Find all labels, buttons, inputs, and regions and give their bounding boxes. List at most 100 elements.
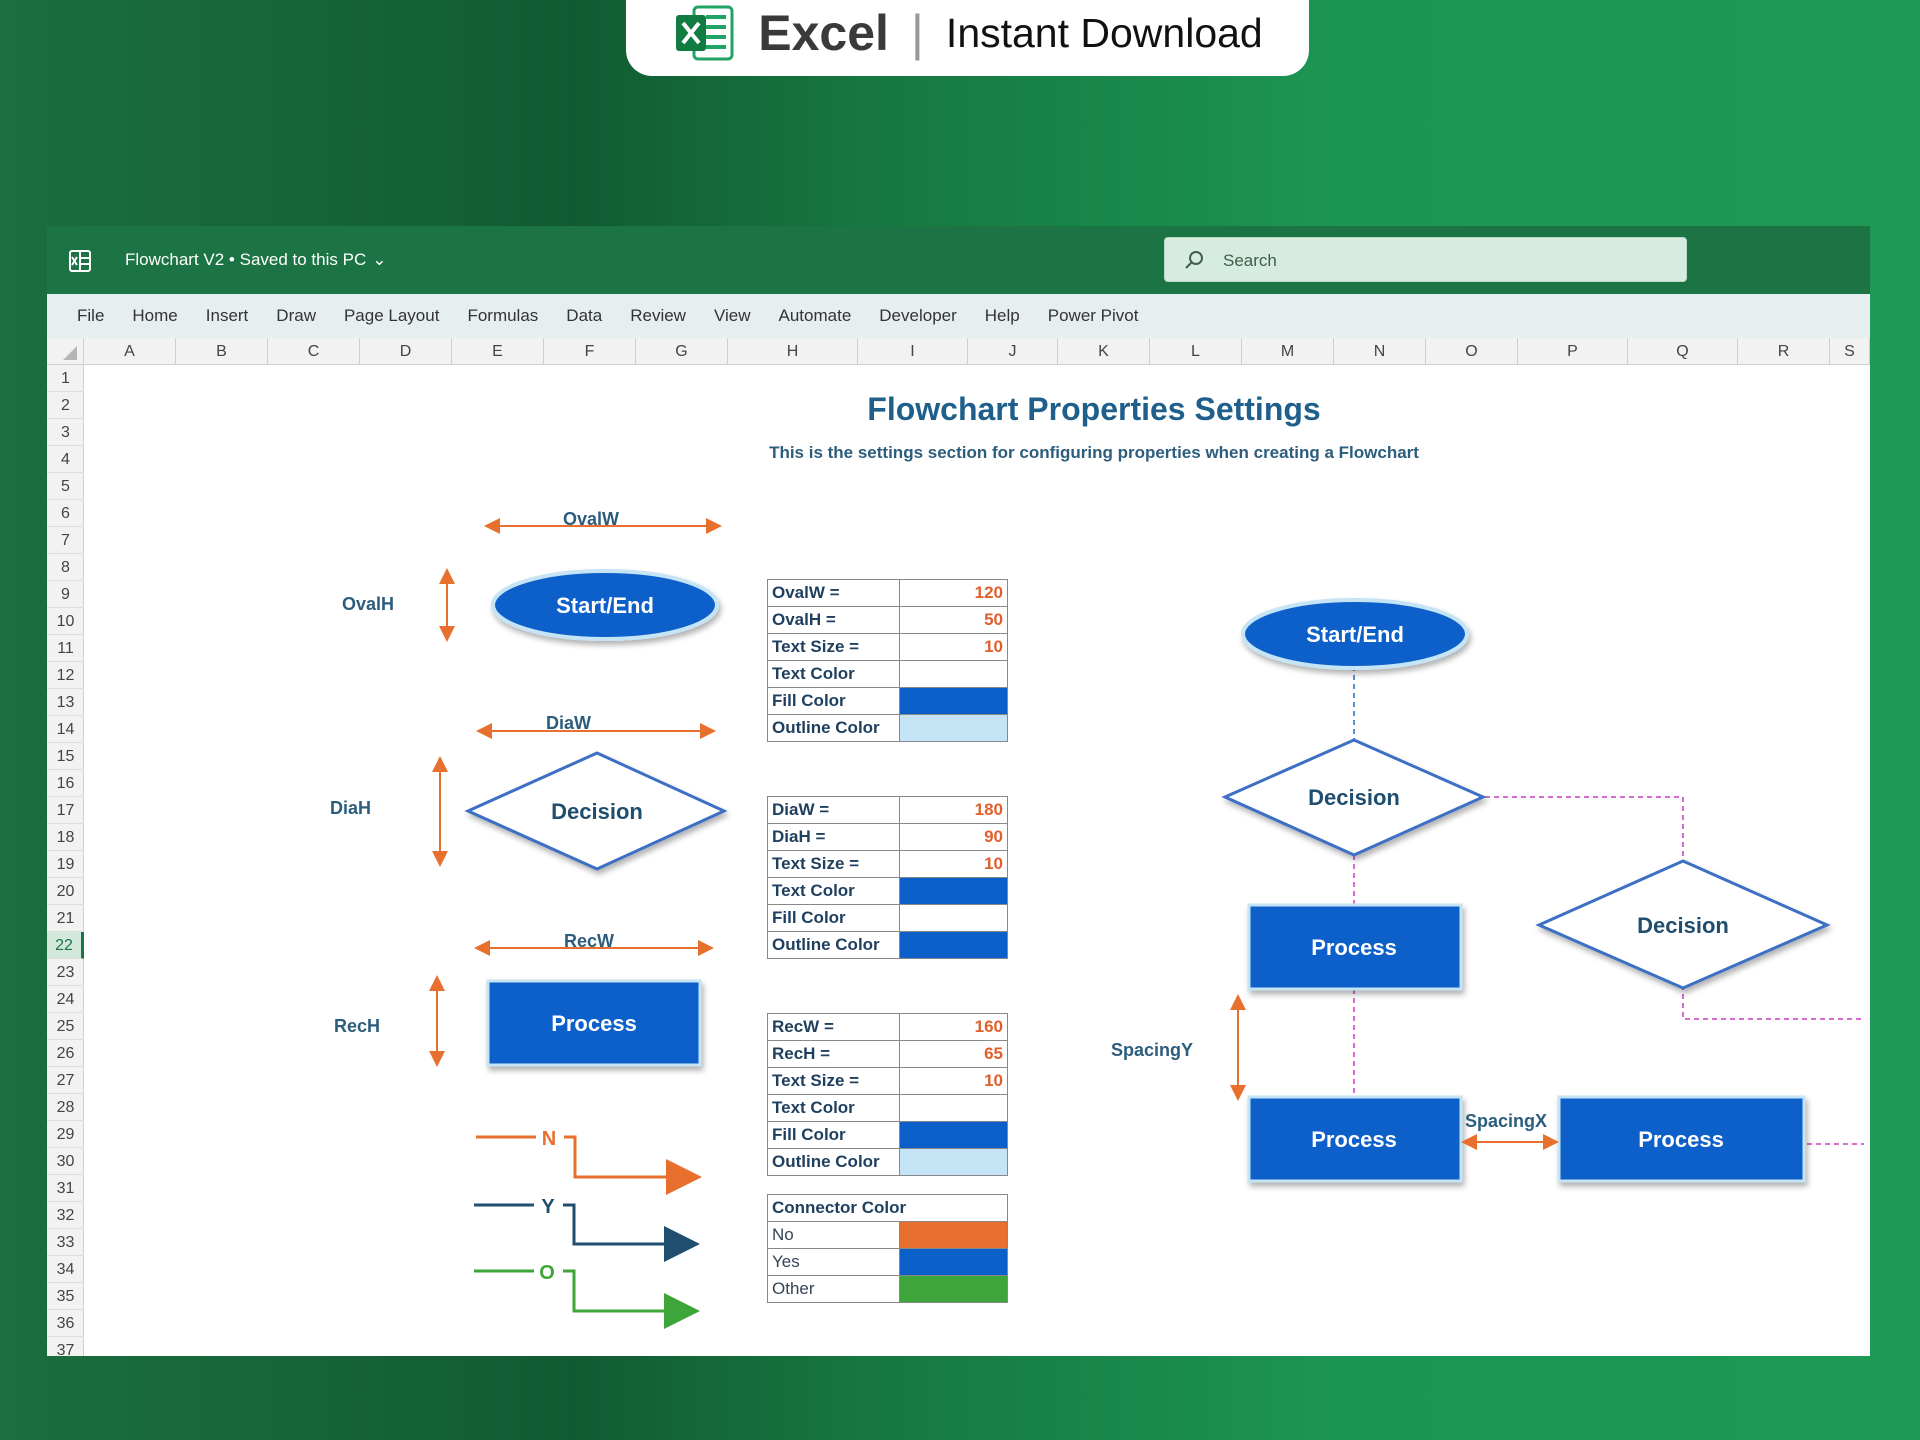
column-header-g[interactable]: G — [636, 338, 728, 365]
column-header-a[interactable]: A — [84, 338, 176, 365]
row-header-27[interactable]: 27 — [47, 1067, 84, 1094]
property-label[interactable]: Fill Color — [767, 687, 900, 715]
row-header-19[interactable]: 19 — [47, 851, 84, 878]
property-label[interactable]: RecH = — [767, 1040, 900, 1068]
property-color-swatch[interactable] — [899, 714, 1008, 742]
property-value[interactable] — [899, 660, 1008, 688]
connector-color-swatch[interactable] — [899, 1221, 1008, 1249]
row-header-4[interactable]: 4 — [47, 446, 84, 473]
property-label[interactable]: OvalH = — [767, 606, 900, 634]
row-header-11[interactable]: 11 — [47, 635, 84, 662]
row-header-28[interactable]: 28 — [47, 1094, 84, 1121]
column-header-o[interactable]: O — [1426, 338, 1518, 365]
row-header-7[interactable]: 7 — [47, 527, 84, 554]
row-header-35[interactable]: 35 — [47, 1283, 84, 1310]
row-header-22[interactable]: 22 — [47, 932, 84, 959]
row-header-15[interactable]: 15 — [47, 743, 84, 770]
row-header-13[interactable]: 13 — [47, 689, 84, 716]
property-label[interactable]: Text Color — [767, 1094, 900, 1122]
property-color-swatch[interactable] — [899, 1121, 1008, 1149]
column-header-p[interactable]: P — [1518, 338, 1628, 365]
row-header-31[interactable]: 31 — [47, 1175, 84, 1202]
row-header-25[interactable]: 25 — [47, 1013, 84, 1040]
column-header-s[interactable]: S — [1830, 338, 1870, 365]
property-value[interactable]: 180 — [899, 796, 1008, 824]
row-header-24[interactable]: 24 — [47, 986, 84, 1013]
column-header-h[interactable]: H — [728, 338, 858, 365]
row-header-29[interactable]: 29 — [47, 1121, 84, 1148]
property-value[interactable]: 50 — [899, 606, 1008, 634]
property-value[interactable]: 90 — [899, 823, 1008, 851]
property-value[interactable]: 10 — [899, 850, 1008, 878]
column-header-l[interactable]: L — [1150, 338, 1242, 365]
column-header-m[interactable]: M — [1242, 338, 1334, 365]
row-header-3[interactable]: 3 — [47, 419, 84, 446]
property-value[interactable]: 120 — [899, 579, 1008, 607]
column-header-f[interactable]: F — [544, 338, 636, 365]
ribbon-tab-home[interactable]: Home — [132, 306, 177, 326]
property-label[interactable]: Outline Color — [767, 714, 900, 742]
ribbon-tab-file[interactable]: File — [77, 306, 104, 326]
column-header-e[interactable]: E — [452, 338, 544, 365]
property-label[interactable]: Text Size = — [767, 850, 900, 878]
property-label[interactable]: DiaW = — [767, 796, 900, 824]
property-label[interactable]: Text Size = — [767, 633, 900, 661]
row-header-14[interactable]: 14 — [47, 716, 84, 743]
property-label[interactable]: DiaH = — [767, 823, 900, 851]
select-all-corner[interactable] — [47, 338, 84, 365]
row-header-36[interactable]: 36 — [47, 1310, 84, 1337]
property-label[interactable]: Text Color — [767, 877, 900, 905]
property-label[interactable]: Fill Color — [767, 1121, 900, 1149]
connector-color-swatch[interactable] — [899, 1275, 1008, 1303]
row-header-32[interactable]: 32 — [47, 1202, 84, 1229]
property-label[interactable]: Outline Color — [767, 1148, 900, 1176]
ribbon-tab-formulas[interactable]: Formulas — [467, 306, 538, 326]
row-header-26[interactable]: 26 — [47, 1040, 84, 1067]
column-header-q[interactable]: Q — [1628, 338, 1738, 365]
row-header-20[interactable]: 20 — [47, 878, 84, 905]
row-header-23[interactable]: 23 — [47, 959, 84, 986]
ribbon-tab-power-pivot[interactable]: Power Pivot — [1048, 306, 1139, 326]
column-header-n[interactable]: N — [1334, 338, 1426, 365]
property-color-swatch[interactable] — [899, 687, 1008, 715]
row-header-12[interactable]: 12 — [47, 662, 84, 689]
search-box[interactable]: Search — [1164, 237, 1687, 282]
property-color-swatch[interactable] — [899, 1148, 1008, 1176]
property-value[interactable] — [899, 904, 1008, 932]
ribbon-tab-draw[interactable]: Draw — [276, 306, 316, 326]
ribbon-tab-insert[interactable]: Insert — [206, 306, 249, 326]
connector-color-label[interactable]: Yes — [767, 1248, 900, 1276]
column-header-i[interactable]: I — [858, 338, 968, 365]
property-label[interactable]: Fill Color — [767, 904, 900, 932]
connector-color-label[interactable]: No — [767, 1221, 900, 1249]
property-label[interactable]: Text Size = — [767, 1067, 900, 1095]
row-header-30[interactable]: 30 — [47, 1148, 84, 1175]
column-header-k[interactable]: K — [1058, 338, 1150, 365]
row-header-33[interactable]: 33 — [47, 1229, 84, 1256]
property-label[interactable]: Text Color — [767, 660, 900, 688]
ribbon-tab-help[interactable]: Help — [985, 306, 1020, 326]
column-header-d[interactable]: D — [360, 338, 452, 365]
property-color-swatch[interactable] — [899, 931, 1008, 959]
row-header-17[interactable]: 17 — [47, 797, 84, 824]
row-header-10[interactable]: 10 — [47, 608, 84, 635]
row-header-37[interactable]: 37 — [47, 1337, 84, 1356]
row-header-16[interactable]: 16 — [47, 770, 84, 797]
row-header-5[interactable]: 5 — [47, 473, 84, 500]
row-header-21[interactable]: 21 — [47, 905, 84, 932]
row-header-6[interactable]: 6 — [47, 500, 84, 527]
column-header-b[interactable]: B — [176, 338, 268, 365]
property-value[interactable]: 65 — [899, 1040, 1008, 1068]
property-label[interactable]: Outline Color — [767, 931, 900, 959]
document-title[interactable]: Flowchart V2 • Saved to this PC ⌄ — [125, 250, 386, 270]
ribbon-tab-page-layout[interactable]: Page Layout — [344, 306, 439, 326]
ribbon-tab-developer[interactable]: Developer — [879, 306, 957, 326]
row-header-2[interactable]: 2 — [47, 392, 84, 419]
column-header-r[interactable]: R — [1738, 338, 1830, 365]
ribbon-tab-automate[interactable]: Automate — [779, 306, 852, 326]
ribbon-tab-view[interactable]: View — [714, 306, 751, 326]
row-header-1[interactable]: 1 — [47, 365, 84, 392]
property-value[interactable] — [899, 1094, 1008, 1122]
row-header-8[interactable]: 8 — [47, 554, 84, 581]
ribbon-tab-review[interactable]: Review — [630, 306, 686, 326]
